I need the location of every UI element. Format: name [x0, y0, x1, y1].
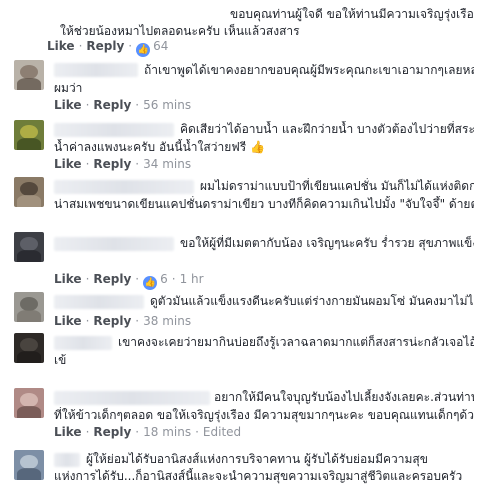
comment-text: อยากให้มีคนใจบุญรับน้องไปเลี้ยงจังเลยคะ.… [214, 390, 474, 404]
like-link[interactable]: Like [54, 314, 82, 328]
avatar[interactable] [14, 60, 44, 90]
like-link[interactable]: Like [47, 39, 75, 53]
comment-text: ผมว่า [54, 81, 83, 95]
comment-text: เขาคงจะเคยว่ายมากินบ่อยถึงรู้เวลาฉลาดมาก… [118, 335, 474, 349]
comment-actions: Like · Reply · 38 mins [54, 314, 192, 328]
comment-actions: Like · Reply · 56 mins [54, 98, 192, 112]
avatar[interactable] [14, 120, 44, 150]
like-link[interactable]: Like [54, 98, 82, 112]
edited-label[interactable]: Edited [203, 425, 241, 439]
comment-text: เข้ [54, 353, 67, 367]
comment-text: ดูตัวมันแล้วแข็งแรงดีนะครับแต่ร่างกายมัน… [150, 294, 474, 308]
reaction-count[interactable]: 6 [160, 272, 168, 286]
comment-text: ผมไม่ดราม่าแบบป้าที่เขียนแคปชั่น มันก็ไม… [200, 179, 474, 193]
like-reaction-icon[interactable]: 👍 [143, 276, 158, 290]
comment-actions: Like · Reply · 18 mins · Edited [54, 425, 242, 439]
reply-link[interactable]: Reply [93, 314, 131, 328]
thumbs-up-emoji-icon: 👍 [250, 140, 265, 154]
comment-text: แห่งการได้รับ...ก็อานิสงส์นี้และจะนำความ… [54, 469, 463, 483]
avatar[interactable] [14, 177, 44, 207]
comment-text: ที่ให้ข้าวเด็กๆตลอด ขอให้เจริญรุ่งเรือง … [54, 408, 474, 422]
reply-link[interactable]: Reply [93, 425, 131, 439]
avatar[interactable] [14, 232, 44, 262]
comment-text: น้ำค่าลงแพงนะครับ อันนี้น้ำใสว่ายฟรี 👍 [54, 140, 265, 154]
reply-link[interactable]: Reply [93, 272, 131, 286]
timestamp[interactable]: 34 mins [143, 157, 191, 171]
timestamp[interactable]: 38 mins [143, 314, 191, 328]
timestamp[interactable]: 18 mins [143, 425, 191, 439]
timestamp[interactable]: 1 hr [180, 272, 204, 286]
like-link[interactable]: Like [54, 157, 82, 171]
comment-text: ถ้าเขาพูดได้เขาคงอยากขอบคุณผู้มีพระคุณกะ… [144, 63, 474, 77]
like-link[interactable]: Like [54, 425, 82, 439]
avatar[interactable] [14, 388, 44, 418]
comment-actions: Like · Reply · 👍 6 · 1 hr [54, 272, 204, 290]
reply-link[interactable]: Reply [93, 157, 131, 171]
comment-text: น่าสมเพชขนาดเขียนแคปชั่นดราม่าเขียว บางท… [54, 197, 474, 211]
timestamp[interactable]: 56 mins [143, 98, 191, 112]
comment-text: ขอให้ผู้ที่มีเมตตากับน้อง เจริญๆนะครับ ร… [180, 236, 474, 250]
reply-link[interactable]: Reply [93, 98, 131, 112]
avatar[interactable] [14, 333, 44, 363]
avatar[interactable] [14, 292, 44, 322]
avatar[interactable] [14, 450, 44, 480]
comment-text: ขอบคุณท่านผู้ใจดี ขอให้ท่านมีความเจริญรุ… [230, 7, 474, 21]
comment-text: ผู้ให้ย่อมได้รับอานิสงส์แห่งการบริจาคทาน… [86, 452, 428, 466]
like-reaction-icon[interactable]: 👍 [136, 43, 151, 57]
reply-link[interactable]: Reply [86, 39, 124, 53]
comment-actions: Like · Reply · 👍 64 [47, 39, 169, 57]
comment-text: คิดเสียว่าได้อาบน้ำ และฝึกว่ายน้ำ บางตัว… [180, 122, 474, 136]
reaction-count[interactable]: 64 [153, 39, 168, 53]
like-link[interactable]: Like [54, 272, 82, 286]
comment-actions: Like · Reply · 34 mins [54, 157, 192, 171]
